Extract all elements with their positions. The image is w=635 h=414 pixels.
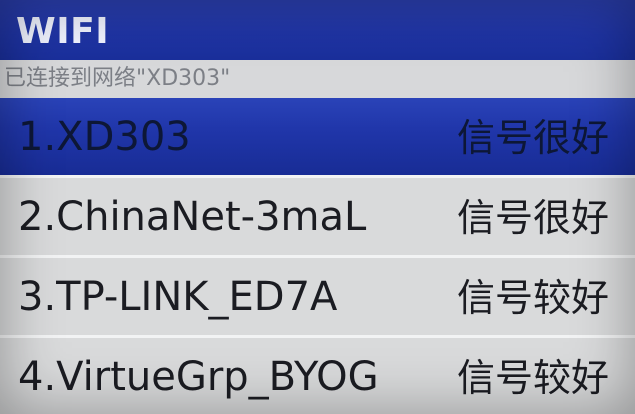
network-item-4[interactable]: 4.VirtueGrp_BYOG 信号较好 — [0, 338, 635, 414]
title-bar: WIFI — [0, 0, 635, 60]
signal-strength: 信号很好 — [456, 196, 609, 240]
signal-strength: 信号很好 — [456, 116, 609, 160]
connection-status-bar: 已连接到网络"XD303" — [0, 60, 635, 98]
network-list: 1.XD303 信号很好 2.ChinaNet-3maL 信号很好 3.TP-L… — [0, 98, 635, 414]
signal-strength: 信号较好 — [456, 276, 609, 320]
page-title: WIFI — [16, 11, 110, 52]
connection-status-text: 已连接到网络"XD303" — [4, 66, 231, 91]
wifi-screen: WIFI 已连接到网络"XD303" 1.XD303 信号很好 2.ChinaN… — [0, 0, 635, 414]
network-ssid: 1.XD303 — [18, 114, 191, 160]
signal-strength: 信号较好 — [456, 356, 609, 400]
network-item-2[interactable]: 2.ChinaNet-3maL 信号很好 — [0, 178, 635, 255]
network-ssid: 3.TP-LINK_ED7A — [18, 274, 338, 320]
network-item-1[interactable]: 1.XD303 信号很好 — [0, 98, 635, 175]
network-ssid: 2.ChinaNet-3maL — [18, 194, 367, 240]
network-ssid: 4.VirtueGrp_BYOG — [18, 354, 379, 400]
network-item-3[interactable]: 3.TP-LINK_ED7A 信号较好 — [0, 258, 635, 335]
